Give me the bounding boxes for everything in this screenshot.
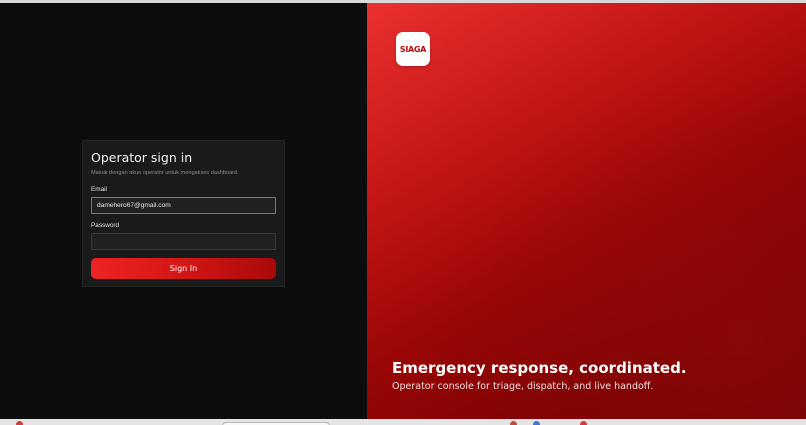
signin-card: Operator sign in Masuk dengan akun opera…: [82, 140, 285, 287]
password-field[interactable]: [91, 233, 276, 250]
hero-title: Emergency response, coordinated.: [392, 359, 687, 377]
password-label: Password: [91, 222, 120, 229]
sign-in-button[interactable]: Sign In: [91, 258, 276, 279]
hero-pane: SIAGA Emergency response, coordinated. O…: [367, 3, 806, 419]
app-icon-red[interactable]: [510, 421, 517, 425]
email-label: Email: [91, 186, 107, 193]
signin-pane: Operator sign in Masuk dengan akun opera…: [0, 3, 367, 419]
signin-subtitle: Masuk dengan akun operator untuk mengaks…: [91, 170, 239, 176]
taskbar: [0, 419, 806, 425]
logo-text: SIAGA: [399, 44, 427, 54]
siaga-logo-icon: SIAGA: [396, 32, 430, 66]
signin-title: Operator sign in: [91, 150, 193, 165]
app-icon-red[interactable]: [580, 421, 587, 425]
app-icon-red[interactable]: [16, 421, 23, 425]
app-icon-blue[interactable]: [533, 421, 540, 425]
email-field[interactable]: [91, 197, 276, 214]
hero-subtitle: Operator console for triage, dispatch, a…: [392, 381, 654, 392]
